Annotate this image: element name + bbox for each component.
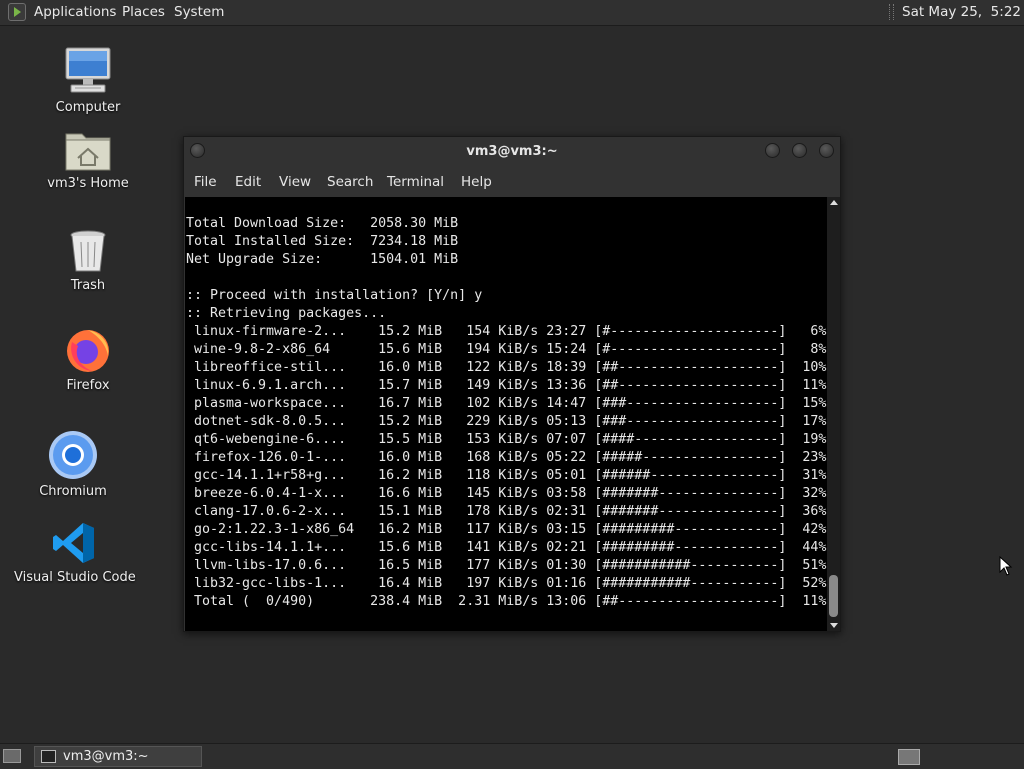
distro-logo-icon[interactable] [8,3,26,21]
terminal-line: libreoffice-stil... 16.0 MiB 122 KiB/s 1… [186,360,827,375]
terminal-line: go-2:1.22.3-1-x86_64 16.2 MiB 117 KiB/s … [186,522,827,537]
terminal-window[interactable]: vm3@vm3:~ File Edit View Search Terminal… [183,136,841,632]
menu-search[interactable]: Search [327,174,373,190]
system-menu[interactable]: System [174,4,224,20]
desktop-icon-label: vm3's Home [47,176,129,191]
terminal-line: Total Installed Size: 7234.18 MiB [186,234,459,249]
terminal-line: linux-6.9.1.arch... 15.7 MiB 149 KiB/s 1… [186,378,827,393]
desktop-icon-firefox[interactable]: Firefox [48,326,128,393]
desktop-icon-home[interactable]: vm3's Home [43,128,133,191]
menu-view[interactable]: View [279,174,311,190]
terminal-line: lib32-gcc-libs-1... 16.4 MiB 197 KiB/s 0… [186,576,827,591]
menu-terminal[interactable]: Terminal [387,174,444,190]
menu-file[interactable]: File [194,174,217,190]
terminal-line: gcc-libs-14.1.1+... 15.6 MiB 141 KiB/s 0… [186,540,827,555]
terminal-line: linux-firmware-2... 15.2 MiB 154 KiB/s 2… [186,324,827,339]
vscode-icon [53,523,94,563]
menu-edit[interactable]: Edit [235,174,261,190]
desktop-icon-computer[interactable]: Computer [48,46,128,115]
terminal-line: plasma-workspace... 16.7 MiB 102 KiB/s 1… [186,396,827,411]
minimize-button[interactable] [765,143,780,158]
trash-icon [70,230,106,272]
top-panel: Applications Places System Sat May 25, 5… [0,0,1024,26]
terminal-line: Total Download Size: 2058.30 MiB [186,216,459,231]
firefox-icon [67,330,109,372]
terminal-line: :: Proceed with installation? [Y/n] y [186,288,483,303]
terminal-line: breeze-6.0.4-1-x... 16.6 MiB 145 KiB/s 0… [186,486,827,501]
bottom-panel: vm3@vm3:~ [0,743,1024,769]
taskbar-window-label: vm3@vm3:~ [63,749,149,764]
window-titlebar[interactable]: vm3@vm3:~ [184,137,840,167]
terminal-line: qt6-webengine-6.... 15.5 MiB 153 KiB/s 0… [186,432,827,447]
chromium-icon [49,431,97,479]
scroll-down-arrow-icon[interactable] [830,623,838,628]
window-title: vm3@vm3:~ [466,144,558,159]
terminal-icon [41,750,56,763]
home-folder-icon [65,133,111,171]
desktop-icon-label: Visual Studio Code [14,570,136,585]
terminal-output[interactable]: Total Download Size: 2058.30 MiB Total In… [185,197,827,631]
desktop-icon-label: Computer [55,100,121,115]
terminal-line: Net Upgrade Size: 1504.01 MiB [186,252,459,267]
desktop-icon-trash[interactable]: Trash [48,228,128,293]
terminal-line: Total ( 0/490) 238.4 MiB 2.31 MiB/s 13:0… [186,594,827,609]
applications-menu[interactable]: Applications [34,4,116,20]
terminal-line: firefox-126.0-1-... 16.0 MiB 168 KiB/s 0… [186,450,827,465]
clock[interactable]: Sat May 25, 5:22 AM [902,4,1024,20]
close-button[interactable] [819,143,834,158]
mouse-cursor-icon [999,556,1013,576]
terminal-line: wine-9.8-2-x86_64 15.6 MiB 194 KiB/s 15:… [186,342,827,357]
terminal-line: :: Retrieving packages... [186,306,387,321]
terminal-scrollbar[interactable] [827,197,840,631]
terminal-menubar: File Edit View Search Terminal Help [184,167,840,195]
terminal-line: gcc-14.1.1+r58+g... 16.2 MiB 118 KiB/s 0… [186,468,827,483]
taskbar-window-button[interactable]: vm3@vm3:~ [34,746,202,767]
terminal-line: llvm-libs-17.0.6... 16.5 MiB 177 KiB/s 0… [186,558,827,573]
maximize-button[interactable] [792,143,807,158]
menu-help[interactable]: Help [461,174,492,190]
computer-icon [65,47,111,93]
desktop-icon-label: Firefox [66,378,110,393]
desktop-icon-label: Chromium [39,484,107,499]
terminal-line: clang-17.0.6-2-x... 15.1 MiB 178 KiB/s 0… [186,504,827,519]
scrollbar-thumb[interactable] [829,575,838,617]
desktop-icon-vscode[interactable]: Visual Studio Code [14,520,136,585]
show-desktop-icon[interactable] [3,749,21,763]
workspace-switcher[interactable] [898,749,920,765]
terminal-line: dotnet-sdk-8.0.5... 15.2 MiB 229 KiB/s 0… [186,414,827,429]
desktop-icon-chromium[interactable]: Chromium [33,430,113,499]
scroll-up-arrow-icon[interactable] [830,200,838,205]
places-menu[interactable]: Places [122,4,165,20]
desktop-icon-label: Trash [70,278,106,293]
panel-separator [889,4,894,20]
